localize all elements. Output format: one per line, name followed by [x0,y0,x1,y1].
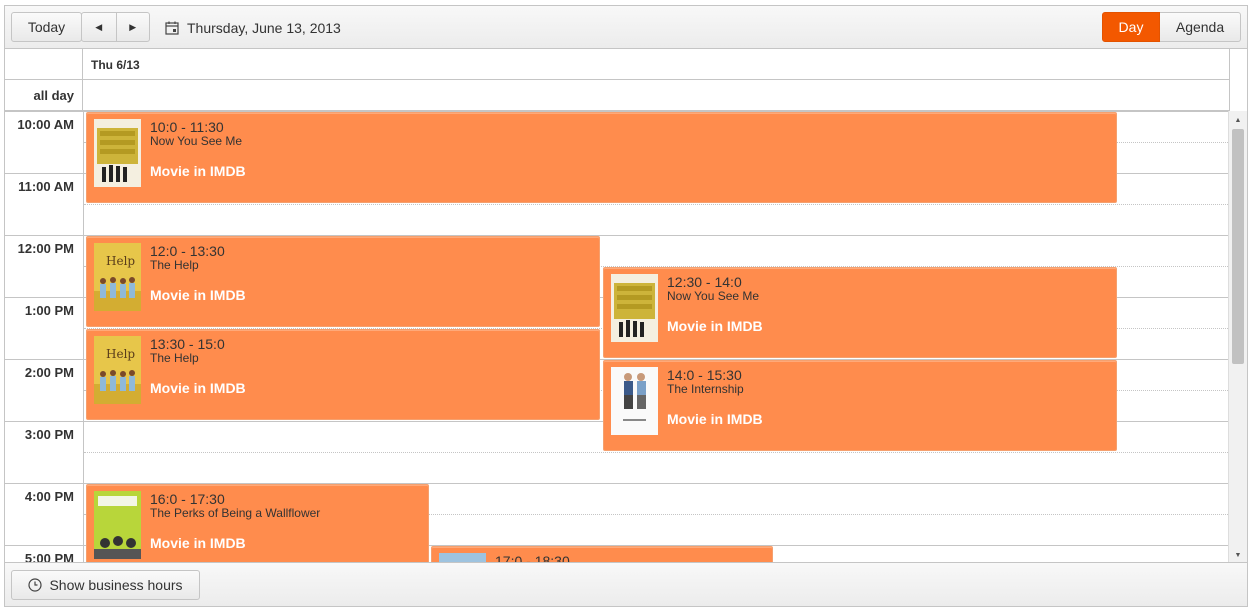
toolbar: Today ◀ ▶ Thursday, June 13, 2013 Day Ag… [5,6,1247,49]
nav-buttons: ◀ ▶ [81,12,150,42]
time-slot-label: 1:00 PM [24,303,74,318]
date-picker[interactable]: Thursday, June 13, 2013 [165,18,341,38]
svg-text:Help: Help [106,254,135,268]
event-time: 13:30 - 15:0 [150,336,225,352]
business-hours-label: Show business hours [49,577,183,593]
movie-poster [611,274,658,342]
imdb-link[interactable]: Movie in IMDB [150,163,246,179]
prev-button[interactable]: ◀ [82,13,116,41]
event-title: The Internship [667,382,744,396]
time-slot-label: 3:00 PM [24,427,74,442]
all-day-row: all day [5,80,1230,111]
svg-text:Help: Help [106,347,135,361]
event-card[interactable]: Help 12:0 - 13:30 The Help Movie in IMDB [86,236,600,327]
movie-poster [94,119,141,187]
time-slot-label: 10:00 AM [17,117,74,132]
show-business-hours-button[interactable]: Show business hours [11,570,200,600]
day-column[interactable]: 10:0 - 11:30 Now You See Me Movie in IMDB H… [84,111,1230,564]
time-slot-label: 4:00 PM [24,489,74,504]
today-button[interactable]: Today [11,12,82,42]
calendar-icon [165,21,179,35]
scheduler: Today ◀ ▶ Thursday, June 13, 2013 Day Ag… [4,5,1248,607]
imdb-link[interactable]: Movie in IMDB [667,411,763,427]
time-slot-label: 11:00 AM [18,179,74,194]
event-time: 12:30 - 14:0 [667,274,742,290]
event-card[interactable]: 16:0 - 17:30 The Perks of Being a Wallflo… [86,484,429,564]
imdb-link[interactable]: Movie in IMDB [150,380,246,396]
event-card[interactable]: 10:0 - 11:30 Now You See Me Movie in IMDB [86,112,1117,203]
time-grid: 10:00 AM 11:00 AM 12:00 PM 1:00 PM 2:00 PM 3:… [5,111,1247,564]
day-header: Thu 6/13 [91,58,140,72]
event-card[interactable]: 14:0 - 15:30 The Internship Movie in IMDB [603,360,1117,451]
event-time: 12:0 - 13:30 [150,243,225,259]
current-date: Thursday, June 13, 2013 [187,20,341,36]
event-title: The Help [150,351,199,365]
event-title: Now You See Me [150,134,243,148]
event-card[interactable]: Help 13:30 - 15:0 The Help Movie in IMDB [86,329,600,420]
view-agenda-button[interactable]: Agenda [1160,12,1241,42]
time-slot-label: 2:00 PM [24,365,74,380]
scroll-up-icon[interactable]: ▲ [1229,113,1247,127]
imdb-link[interactable]: Movie in IMDB [150,287,246,303]
event-time: 10:0 - 11:30 [150,119,224,135]
clock-icon [28,578,43,592]
movie-poster [94,491,141,559]
movie-poster: Help [94,243,141,311]
all-day-label: all day [33,88,74,103]
scrollbar-thumb[interactable] [1232,129,1244,364]
imdb-link[interactable]: Movie in IMDB [667,318,763,334]
time-column: 10:00 AM 11:00 AM 12:00 PM 1:00 PM 2:00 PM 3:… [5,111,84,564]
event-card[interactable]: 12:30 - 14:0 Now You See Me Movie in IMDB [603,267,1117,358]
scroll-down-icon[interactable]: ▼ [1229,548,1247,562]
event-time: 16:0 - 17:30 [150,491,225,507]
next-button[interactable]: ▶ [115,13,150,41]
day-header-row: Thu 6/13 [5,49,1230,80]
event-title: The Perks of Being a Wallflower [150,506,321,520]
time-slot-label: 12:00 PM [17,241,74,256]
event-title: The Help [150,258,199,272]
chevron-right-icon: ▶ [129,21,137,32]
chevron-left-icon: ◀ [95,21,103,32]
vertical-scrollbar[interactable]: ▲ ▼ [1228,111,1247,564]
movie-poster [611,367,658,435]
event-time: 14:0 - 15:30 [667,367,742,383]
view-switcher: Day Agenda [1102,12,1241,42]
imdb-link[interactable]: Movie in IMDB [150,535,246,551]
event-title: Now You See Me [667,289,760,303]
movie-poster: Help [94,336,141,404]
footer: Show business hours [5,562,1247,606]
view-day-button[interactable]: Day [1102,12,1160,42]
